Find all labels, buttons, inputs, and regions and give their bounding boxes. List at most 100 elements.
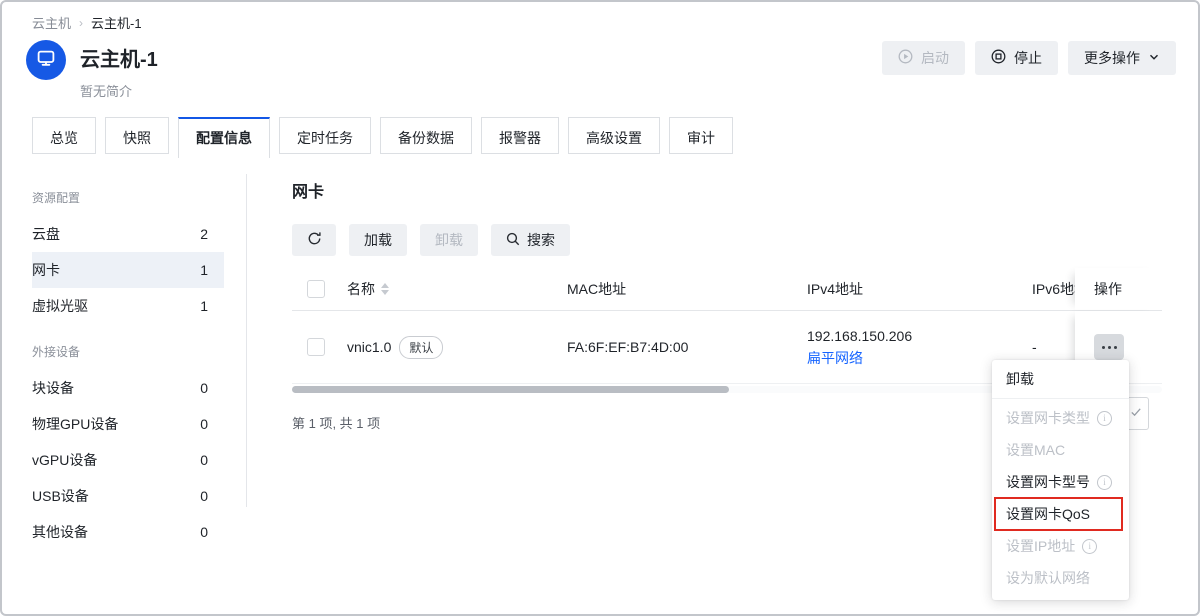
header-actions: 启动 停止 更多操作 bbox=[882, 41, 1176, 75]
stop-circle-icon bbox=[991, 49, 1006, 67]
detach-button[interactable]: 卸载 bbox=[420, 224, 478, 256]
play-circle-icon bbox=[898, 49, 913, 67]
sidebar-item-label: 块设备 bbox=[32, 378, 74, 398]
menu-item-set-nic-qos[interactable]: 设置网卡QoS bbox=[992, 498, 1129, 530]
attach-button[interactable]: 加载 bbox=[349, 224, 407, 256]
menu-item-label: 设置IP地址 bbox=[1006, 536, 1075, 556]
page-subtitle: 暂无简介 bbox=[80, 81, 158, 100]
breadcrumb-current: 云主机-1 bbox=[91, 13, 142, 32]
sidebar-item-count: 0 bbox=[200, 524, 208, 540]
menu-item-label: 设置网卡QoS bbox=[1006, 504, 1090, 524]
config-sidebar: 资源配置 云盘 2 网卡 1 虚拟光驱 1 外接设备 块设备 0 物理GPU设备… bbox=[32, 178, 224, 550]
menu-item-set-ip-address[interactable]: 设置IP地址 i bbox=[992, 530, 1129, 562]
monitor-icon bbox=[36, 48, 56, 73]
network-link[interactable]: 扁平网络 bbox=[807, 347, 1017, 369]
menu-item-detach[interactable]: 卸载 bbox=[992, 360, 1129, 399]
column-header-ipv4: IPv4地址 bbox=[792, 279, 1017, 299]
column-header-ipv6: IPv6地址 bbox=[1017, 279, 1075, 299]
search-button[interactable]: 搜索 bbox=[491, 224, 570, 256]
tab-backup-data[interactable]: 备份数据 bbox=[380, 117, 472, 154]
refresh-icon bbox=[307, 231, 322, 249]
checkmark-icon bbox=[1130, 405, 1142, 423]
table-header: 名称 MAC地址 IPv4地址 IPv6地址 操作 bbox=[292, 268, 1162, 311]
breadcrumb: 云主机 › 云主机-1 bbox=[32, 13, 142, 32]
nic-toolbar: 加载 卸载 搜索 bbox=[292, 224, 1162, 256]
sidebar-item-physical-gpu[interactable]: 物理GPU设备 0 bbox=[32, 406, 224, 442]
sidebar-item-label: USB设备 bbox=[32, 486, 89, 506]
sidebar-item-count: 0 bbox=[200, 380, 208, 396]
page-header: 云主机-1 暂无简介 bbox=[26, 40, 158, 100]
page-title: 云主机-1 bbox=[80, 43, 158, 72]
sidebar-item-other-devices[interactable]: 其他设备 0 bbox=[32, 514, 224, 550]
column-header-mac: MAC地址 bbox=[552, 279, 792, 299]
row-actions-button[interactable] bbox=[1094, 334, 1124, 360]
tab-scheduled-tasks[interactable]: 定时任务 bbox=[279, 117, 371, 154]
tab-advanced-settings[interactable]: 高级设置 bbox=[568, 117, 660, 154]
sidebar-item-count: 0 bbox=[200, 452, 208, 468]
panel-title: 网卡 bbox=[292, 178, 1162, 202]
menu-item-set-mac[interactable]: 设置MAC bbox=[992, 434, 1129, 466]
info-icon: i bbox=[1097, 475, 1112, 490]
row-actions-menu: 卸载 设置网卡类型 i 设置MAC 设置网卡型号 i 设置网卡QoS 设置IP地… bbox=[992, 360, 1129, 600]
sidebar-item-nic[interactable]: 网卡 1 bbox=[32, 252, 224, 288]
refresh-button[interactable] bbox=[292, 224, 336, 256]
sidebar-item-label: vGPU设备 bbox=[32, 450, 97, 470]
sidebar-section-resource-config: 资源配置 bbox=[32, 178, 224, 216]
start-button-label: 启动 bbox=[921, 48, 949, 68]
tab-snapshot[interactable]: 快照 bbox=[105, 117, 169, 154]
menu-item-set-default-network[interactable]: 设为默认网络 bbox=[992, 562, 1129, 594]
info-icon: i bbox=[1082, 539, 1097, 554]
column-header-actions: 操作 bbox=[1075, 268, 1162, 310]
vm-detail-page: 云主机 › 云主机-1 云主机-1 暂无简介 启动 停止 bbox=[0, 0, 1200, 616]
more-actions-label: 更多操作 bbox=[1084, 48, 1140, 68]
sort-icon[interactable] bbox=[381, 283, 389, 295]
column-header-label: 名称 bbox=[347, 279, 375, 299]
nic-name: vnic1.0 bbox=[347, 339, 391, 355]
sidebar-section-external-devices: 外接设备 bbox=[32, 332, 224, 370]
sidebar-item-count: 1 bbox=[200, 298, 208, 314]
search-button-label: 搜索 bbox=[527, 230, 555, 250]
sidebar-item-label: 网卡 bbox=[32, 260, 60, 280]
sidebar-item-label: 云盘 bbox=[32, 224, 60, 244]
menu-item-set-nic-type[interactable]: 设置网卡类型 i bbox=[992, 402, 1129, 434]
search-icon bbox=[506, 232, 520, 249]
sidebar-item-label: 物理GPU设备 bbox=[32, 414, 118, 434]
menu-item-label: 设置网卡类型 bbox=[1006, 408, 1090, 428]
scrollbar-thumb[interactable] bbox=[292, 386, 729, 393]
breadcrumb-separator: › bbox=[79, 16, 83, 30]
sidebar-item-label: 其他设备 bbox=[32, 522, 88, 542]
sidebar-item-label: 虚拟光驱 bbox=[32, 296, 88, 316]
sidebar-item-usb[interactable]: USB设备 0 bbox=[32, 478, 224, 514]
sidebar-item-virtual-cdrom[interactable]: 虚拟光驱 1 bbox=[32, 288, 224, 324]
select-all-checkbox[interactable] bbox=[307, 280, 325, 298]
sidebar-item-count: 0 bbox=[200, 488, 208, 504]
info-icon: i bbox=[1097, 411, 1112, 426]
vm-avatar bbox=[26, 40, 66, 80]
tab-overview[interactable]: 总览 bbox=[32, 117, 96, 154]
detail-tabs: 总览 快照 配置信息 定时任务 备份数据 报警器 高级设置 审计 bbox=[32, 117, 733, 158]
row-checkbox[interactable] bbox=[307, 338, 325, 356]
sidebar-divider bbox=[246, 174, 247, 507]
tab-audit[interactable]: 审计 bbox=[669, 117, 733, 154]
breadcrumb-parent[interactable]: 云主机 bbox=[32, 13, 71, 32]
menu-item-label: 设置网卡型号 bbox=[1006, 472, 1090, 492]
default-badge: 默认 bbox=[399, 336, 443, 359]
menu-item-set-nic-model[interactable]: 设置网卡型号 i bbox=[992, 466, 1129, 498]
column-header-name[interactable]: 名称 bbox=[332, 279, 552, 299]
nic-mac: FA:6F:EF:B7:4D:00 bbox=[552, 339, 792, 355]
sidebar-item-count: 2 bbox=[200, 226, 208, 242]
chevron-down-icon bbox=[1148, 50, 1160, 66]
sidebar-item-block-device[interactable]: 块设备 0 bbox=[32, 370, 224, 406]
nic-ipv6: - bbox=[1017, 339, 1075, 355]
stop-button[interactable]: 停止 bbox=[975, 41, 1058, 75]
start-button[interactable]: 启动 bbox=[882, 41, 965, 75]
sidebar-item-cloud-disk[interactable]: 云盘 2 bbox=[32, 216, 224, 252]
tab-alarms[interactable]: 报警器 bbox=[481, 117, 559, 154]
menu-item-label: 设置MAC bbox=[1006, 440, 1065, 460]
stop-button-label: 停止 bbox=[1014, 48, 1042, 68]
sidebar-item-count: 1 bbox=[200, 262, 208, 278]
menu-item-label: 设为默认网络 bbox=[1006, 568, 1090, 588]
more-actions-button[interactable]: 更多操作 bbox=[1068, 41, 1176, 75]
sidebar-item-vgpu[interactable]: vGPU设备 0 bbox=[32, 442, 224, 478]
tab-config-info[interactable]: 配置信息 bbox=[178, 117, 270, 158]
